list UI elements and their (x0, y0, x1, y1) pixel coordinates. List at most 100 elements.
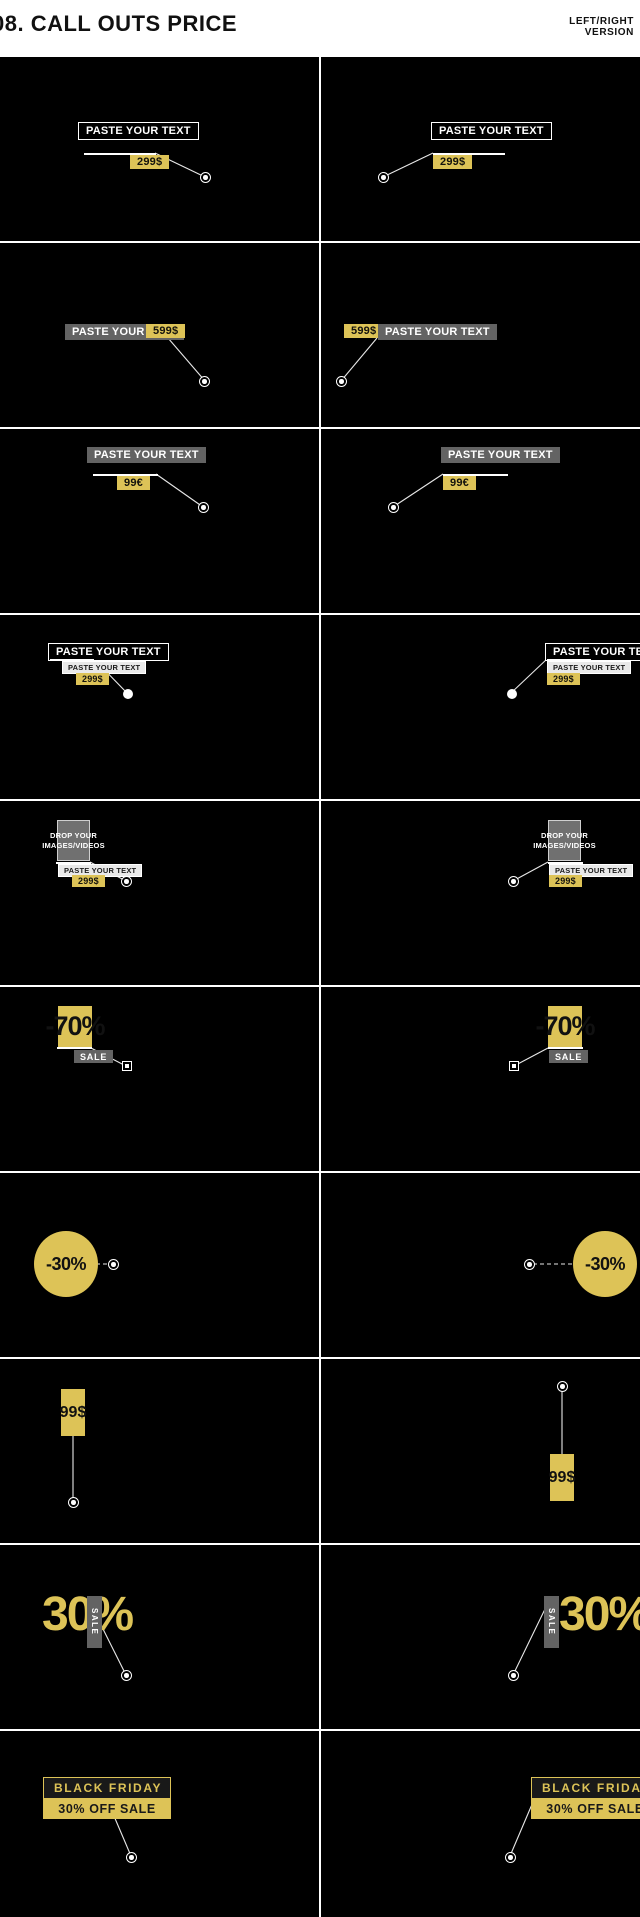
row-2-right-variant[interactable]: 599$ PASTE YOUR TEXT (321, 243, 640, 427)
row-6-left-variant[interactable]: -70% SALE (0, 987, 319, 1171)
row-divider-vertical (319, 1173, 321, 1357)
endpoint-marker[interactable] (508, 876, 519, 887)
endpoint-marker[interactable] (505, 1852, 516, 1863)
row-3-right-variant[interactable]: PASTE YOUR TEXT 99€ (321, 429, 640, 613)
row-9-right-variant[interactable]: SALE 30% (321, 1545, 640, 1729)
sale-badge[interactable]: SALE (74, 1050, 114, 1063)
media-dropzone[interactable]: DROP YOUR IMAGES/VIDEOS (42, 820, 105, 861)
row-10-left-variant[interactable]: BLACK FRIDAY 30% OFF SALE (0, 1731, 319, 1917)
discount-badge[interactable]: -70% (45, 1006, 106, 1047)
endpoint-marker[interactable] (198, 502, 209, 513)
media-dropzone[interactable]: DROP YOUR IMAGES/VIDEOS (533, 820, 596, 861)
row-3-gray-euro: PASTE YOUR TEXT 99€ PASTE YOUR TEXT 99€ (0, 429, 640, 615)
row-divider-vertical (319, 243, 321, 427)
endpoint-marker[interactable] (126, 1852, 137, 1863)
callout-underbar (57, 1047, 92, 1049)
price-badge[interactable]: 99$ (549, 1454, 575, 1501)
endpoint-marker[interactable] (378, 172, 389, 183)
endpoint-marker[interactable] (122, 1061, 132, 1071)
row-1-right-variant[interactable]: PASTE YOUR TEXT 299$ (321, 57, 640, 241)
endpoint-marker[interactable] (507, 689, 517, 699)
row-divider-vertical (319, 801, 321, 985)
row-2-left-variant[interactable]: PASTE YOUR TEXT 599$ (0, 243, 319, 427)
endpoint-marker[interactable] (108, 1259, 119, 1270)
row-9-big-percent: 30% SALE SALE 30% (0, 1545, 640, 1731)
callout-price-label[interactable]: 299$ (433, 155, 473, 169)
endpoint-marker[interactable] (336, 376, 347, 387)
page-title: 08. CALL OUTS PRICE (0, 11, 238, 36)
discount-text[interactable]: 30% (559, 1591, 640, 1639)
callout-underbar (548, 1047, 583, 1049)
callout-price-label[interactable]: 299$ (130, 155, 170, 169)
endpoint-marker[interactable] (68, 1497, 79, 1508)
discount-badge[interactable]: -30% (34, 1231, 98, 1297)
row-2-inline-gray-price: PASTE YOUR TEXT 599$ 599$ PASTE YOUR TEX… (0, 243, 640, 429)
discount-badge[interactable]: -30% (573, 1231, 637, 1297)
row-10-right-variant[interactable]: BLACK FRIDAY 30% OFF SALE (321, 1731, 640, 1917)
callout-text-label[interactable]: PASTE YOUR TEXT (87, 447, 206, 463)
callout-text-label[interactable]: PASTE YOUR TEXT (378, 324, 497, 340)
row-5-left-variant[interactable]: DROP YOUR IMAGES/VIDEOS PASTE YOUR TEXT … (0, 801, 319, 985)
endpoint-marker[interactable] (121, 876, 132, 887)
callouts-price-page: 08. CALL OUTS PRICE LEFT/RIGHT VERSION P… (0, 0, 640, 1917)
connector-line-vertical (72, 1436, 74, 1500)
version-label: LEFT/RIGHT VERSION (569, 16, 634, 38)
callout-price-label[interactable]: 299$ (76, 673, 109, 685)
row-10-black-friday: BLACK FRIDAY 30% OFF SALE BLACK FRIDAY 3… (0, 1731, 640, 1917)
callout-text-label[interactable]: PASTE YOUR TEXT (441, 447, 560, 463)
callout-price-label[interactable]: 299$ (547, 673, 580, 685)
endpoint-marker[interactable] (199, 376, 210, 387)
row-4-stacked-subtitle: PASTE YOUR TEXT PASTE YOUR TEXT 299$ PAS… (0, 615, 640, 801)
row-1-outline-price: PASTE YOUR TEXT 299$ PASTE YOUR TEXT 299… (0, 57, 640, 243)
row-3-left-variant[interactable]: PASTE YOUR TEXT 99€ (0, 429, 319, 613)
callout-price-label[interactable]: 99€ (117, 476, 150, 490)
row-divider-vertical (319, 615, 321, 799)
row-divider-vertical (319, 987, 321, 1171)
endpoint-marker[interactable] (121, 1670, 132, 1681)
callout-price-label[interactable]: 99€ (443, 476, 476, 490)
sale-badge[interactable]: SALE (549, 1050, 589, 1063)
endpoint-marker[interactable] (200, 172, 211, 183)
row-9-left-variant[interactable]: 30% SALE (0, 1545, 319, 1729)
black-friday-subtitle: 30% OFF SALE (43, 1799, 172, 1819)
row-6-right-variant[interactable]: -70% SALE (321, 987, 640, 1171)
black-friday-callout[interactable]: BLACK FRIDAY 30% OFF SALE (531, 1777, 640, 1819)
sale-badge-vertical[interactable]: SALE (544, 1596, 559, 1648)
row-5-right-variant[interactable]: DROP YOUR IMAGES/VIDEOS PASTE YOUR TEXT … (321, 801, 640, 985)
callout-price-label[interactable]: 299$ (72, 875, 105, 887)
endpoint-marker[interactable] (524, 1259, 535, 1270)
row-8-left-variant[interactable]: 99$ (0, 1359, 319, 1543)
row-8-right-variant[interactable]: 99$ (321, 1359, 640, 1543)
sale-badge-vertical[interactable]: SALE (87, 1596, 102, 1648)
endpoint-marker[interactable] (123, 689, 133, 699)
row-divider-vertical (319, 1545, 321, 1729)
callout-price-label[interactable]: 299$ (549, 875, 582, 887)
callout-text-label[interactable]: PASTE YOUR TEXT (431, 122, 552, 140)
row-4-left-variant[interactable]: PASTE YOUR TEXT PASTE YOUR TEXT 299$ (0, 615, 319, 799)
black-friday-title: BLACK FRIDAY (43, 1777, 172, 1799)
row-7-right-variant[interactable]: -30% (321, 1173, 640, 1357)
connector-line (509, 1801, 534, 1857)
callout-text-label[interactable]: PASTE YOUR TEXT (78, 122, 199, 140)
black-friday-title: BLACK FRIDAY (531, 1777, 640, 1799)
row-6-discount-square: -70% SALE -70% SALE (0, 987, 640, 1173)
endpoint-marker[interactable] (509, 1061, 519, 1071)
row-4-right-variant[interactable]: PASTE YOUR TEXT PASTE YOUR TEXT 299$ (321, 615, 640, 799)
discount-badge[interactable]: -70% (535, 1006, 596, 1047)
connector-line (154, 152, 206, 178)
endpoint-marker[interactable] (508, 1670, 519, 1681)
row-7-discount-circle: -30% -30% (0, 1173, 640, 1359)
callouts-grid: PASTE YOUR TEXT 299$ PASTE YOUR TEXT 299… (0, 55, 640, 1917)
price-badge[interactable]: 99$ (60, 1389, 86, 1436)
black-friday-subtitle: 30% OFF SALE (531, 1799, 640, 1819)
connector-line (382, 152, 434, 178)
endpoint-marker[interactable] (388, 502, 399, 513)
row-7-left-variant[interactable]: -30% (0, 1173, 319, 1357)
callout-price-label[interactable]: 599$ (146, 324, 186, 338)
connector-line-vertical (561, 1388, 563, 1454)
endpoint-marker[interactable] (557, 1381, 568, 1392)
connector-line (107, 1801, 132, 1857)
black-friday-callout[interactable]: BLACK FRIDAY 30% OFF SALE (43, 1777, 172, 1819)
row-1-left-variant[interactable]: PASTE YOUR TEXT 299$ (0, 57, 319, 241)
row-divider-vertical (319, 57, 321, 241)
